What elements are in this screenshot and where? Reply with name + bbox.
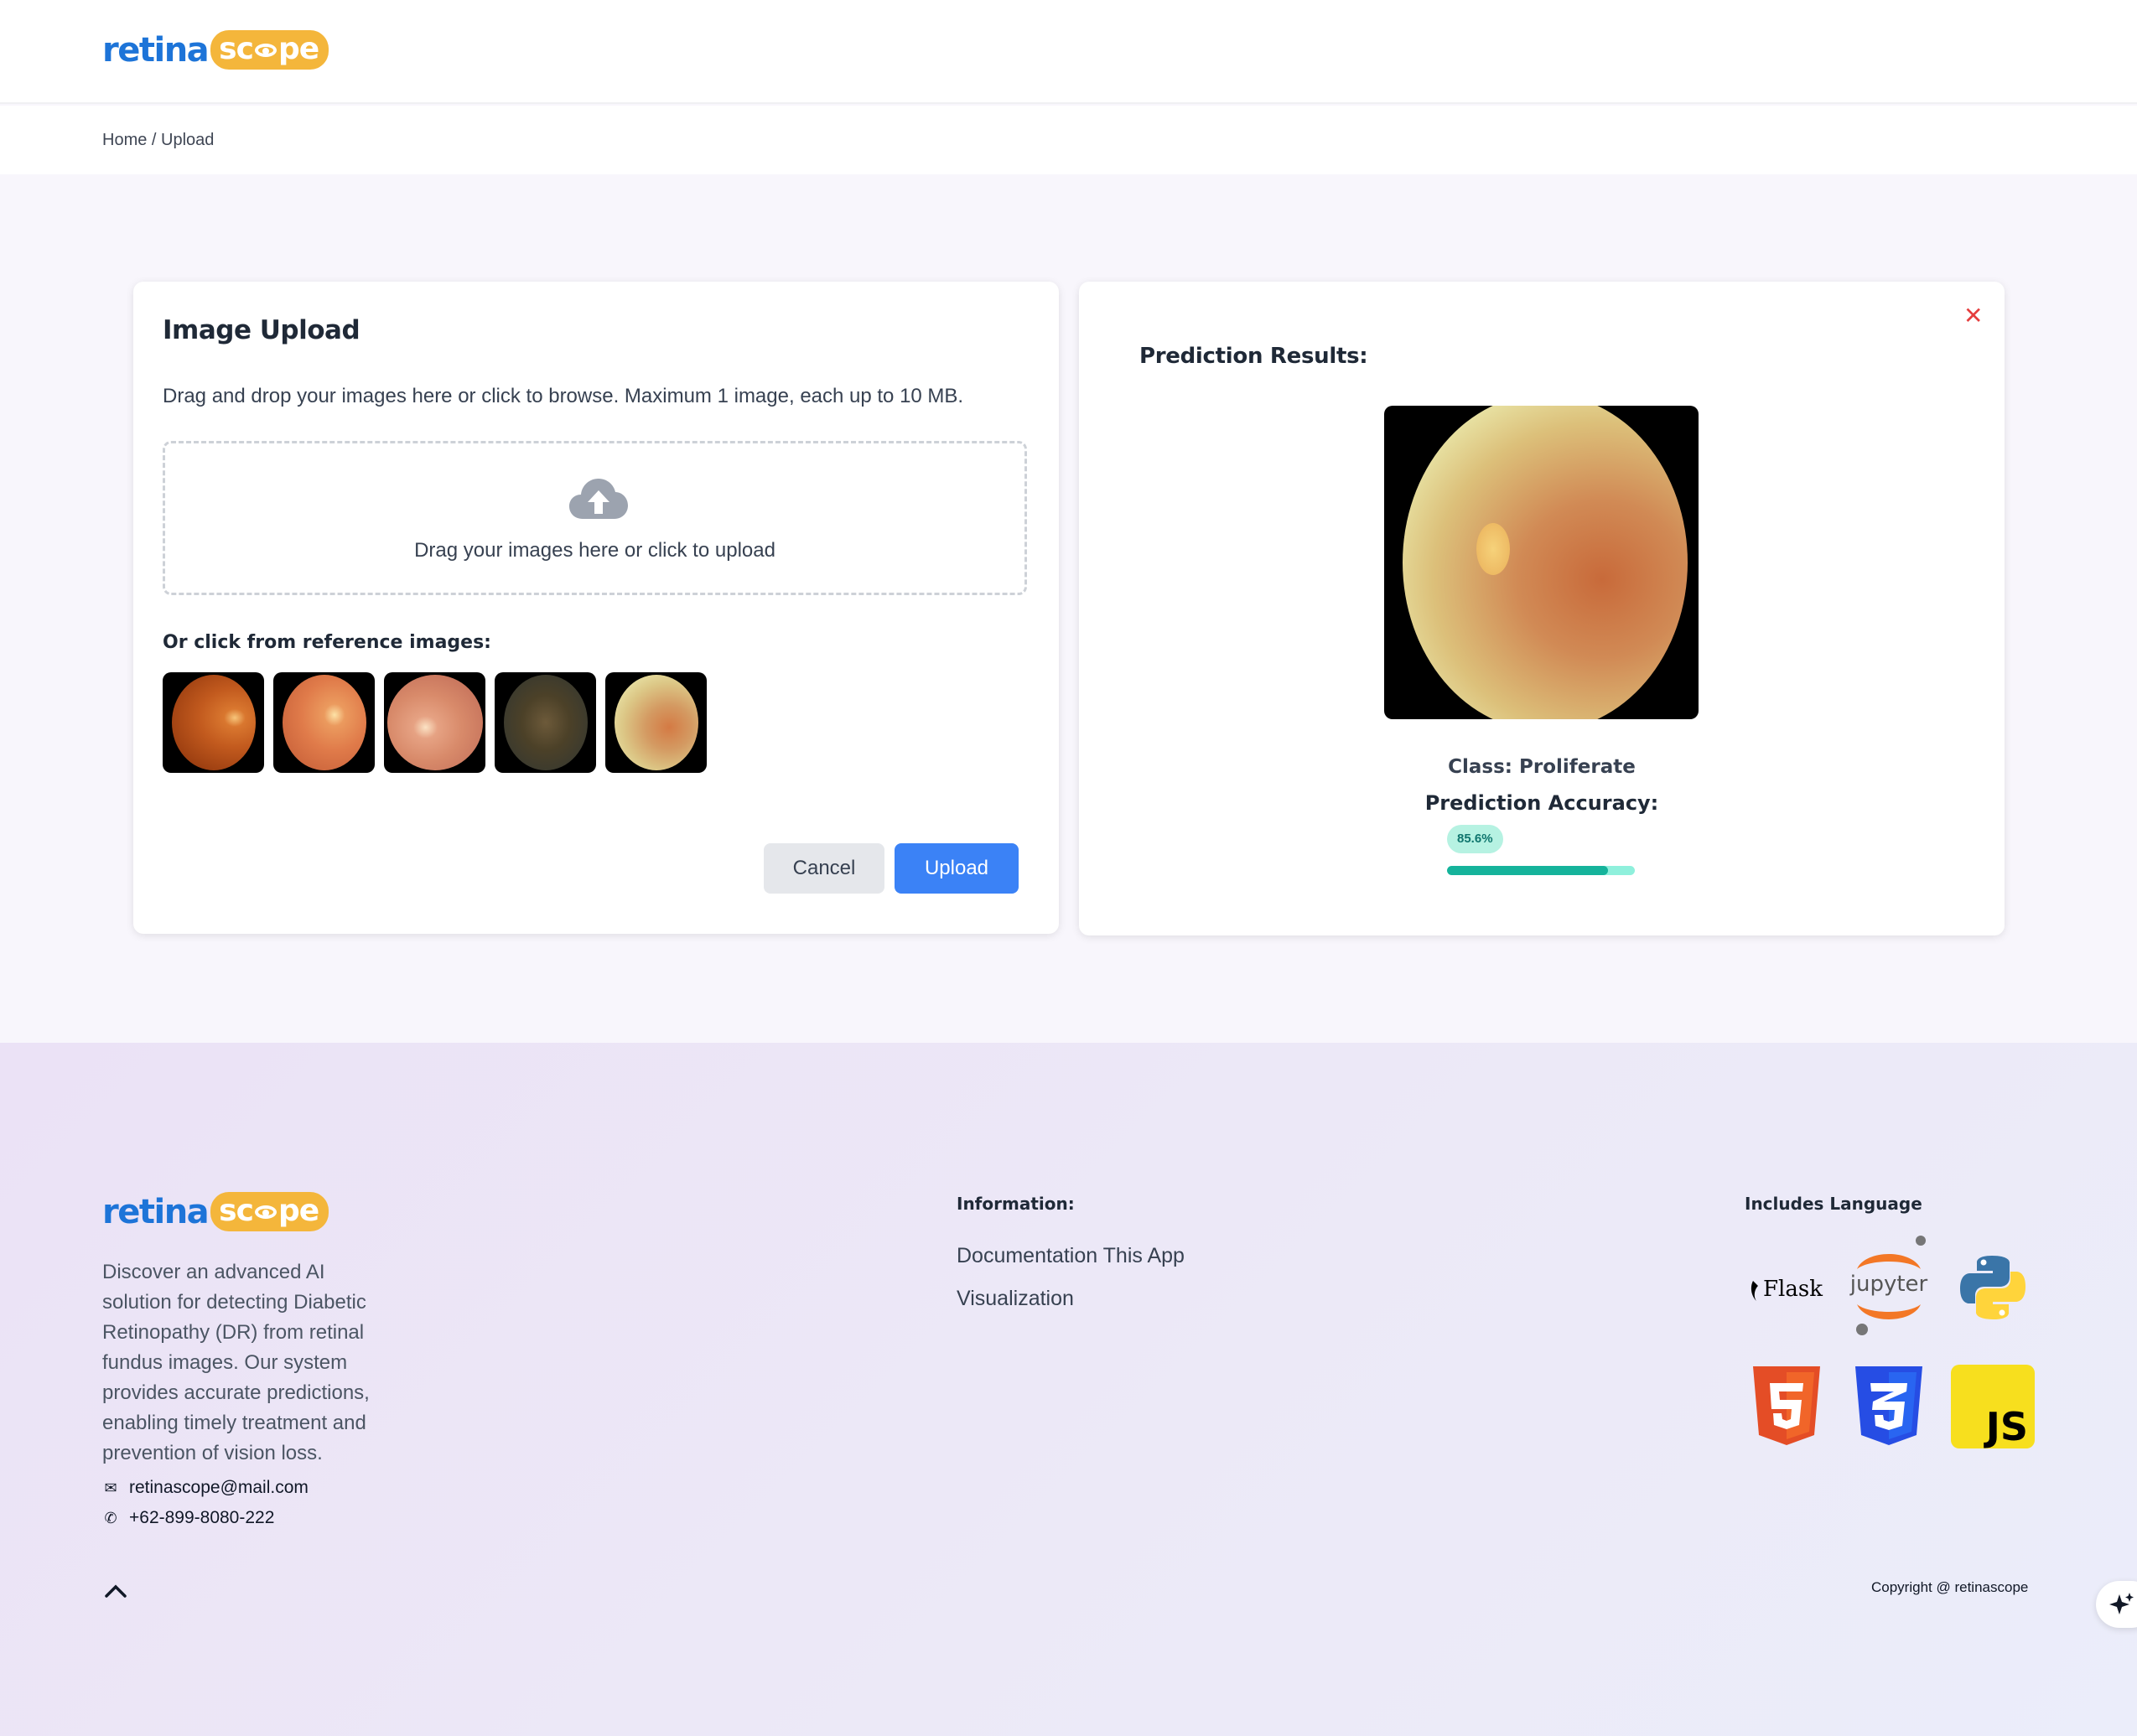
dropzone-text: Drag your images here or click to upload [414,539,775,562]
reference-images [163,672,707,773]
footer-logo[interactable]: retina sc pe [102,1192,329,1231]
image-upload-card: Image Upload Drag and drop your images h… [133,282,1059,934]
svg-text:jupyter: jupyter [1849,1272,1928,1297]
upload-dropzone[interactable]: Drag your images here or click to upload [163,441,1027,595]
close-icon[interactable]: ✕ [1963,302,1983,329]
reference-image-2[interactable] [273,672,375,773]
logo-text-retina: retina [102,30,210,70]
footer-phone[interactable]: ✆ +62-899-8080-222 [102,1508,274,1528]
prediction-results-title: Prediction Results: [1139,344,1368,369]
svg-text:JS: JS [1984,1404,2028,1448]
eye-icon [254,44,277,57]
predicted-class: Class: Proliferate [1448,756,1636,778]
footer-email[interactable]: ✉ retinascope@mail.com [102,1478,308,1498]
envelope-icon: ✉ [104,1479,117,1496]
information-title: Information: [957,1194,1075,1214]
jupyter-icon: jupyter [1847,1236,1931,1335]
breadcrumb[interactable]: Home / Upload [102,131,214,150]
eye-icon [254,1205,277,1219]
chevron-up-icon[interactable] [104,1579,127,1603]
includes-language-title: Includes Language [1745,1194,1922,1214]
reference-image-1[interactable] [163,672,264,773]
footer-about-text: Discover an advanced AI solution for det… [102,1261,370,1464]
reference-images-title: Or click from reference images: [163,632,491,653]
predicted-fundus-image [1384,406,1699,719]
documentation-link[interactable]: Documentation This App [957,1244,1185,1268]
accuracy-progress-fill [1447,866,1608,875]
footer: retina sc pe Discover an advanced AI solu… [0,1043,2137,1736]
upload-button[interactable]: Upload [895,843,1019,894]
upload-description: Drag and drop your images here or click … [163,385,964,407]
css3-icon [1847,1364,1931,1448]
logo[interactable]: retina sc pe [102,30,329,70]
top-header: retina sc pe [0,0,2137,104]
breadcrumb-bar: Home / Upload [0,106,2137,174]
accuracy-badge: 85.6% [1447,825,1503,853]
prediction-results-card: ✕ Prediction Results: Class: Proliferate… [1079,282,2005,935]
visualization-link[interactable]: Visualization [957,1287,1074,1311]
copyright-text: Copyright @ retinascope [1871,1579,2029,1595]
logo-text-scope: sc pe [210,1192,329,1231]
svg-text:Flask: Flask [1763,1277,1823,1302]
javascript-icon: JS [1951,1365,2035,1448]
sparkle-assistant-button[interactable] [2096,1581,2137,1628]
cloud-upload-icon [569,479,628,519]
prediction-accuracy-label: Prediction Accuracy: [1424,791,1659,815]
logo-text-scope: sc pe [210,30,329,70]
html5-icon [1745,1364,1828,1448]
upload-title: Image Upload [163,315,360,345]
logo-text-retina: retina [102,1192,210,1231]
reference-image-5[interactable] [605,672,707,773]
cancel-button[interactable]: Cancel [764,843,884,894]
phone-icon: ✆ [104,1509,117,1526]
sparkle-icon [2109,1593,2134,1614]
reference-image-3[interactable] [384,672,485,773]
python-icon [1951,1246,2035,1329]
flask-icon: Flask [1745,1246,1828,1329]
reference-image-4[interactable] [495,672,596,773]
accuracy-progress-bar [1447,866,1635,875]
